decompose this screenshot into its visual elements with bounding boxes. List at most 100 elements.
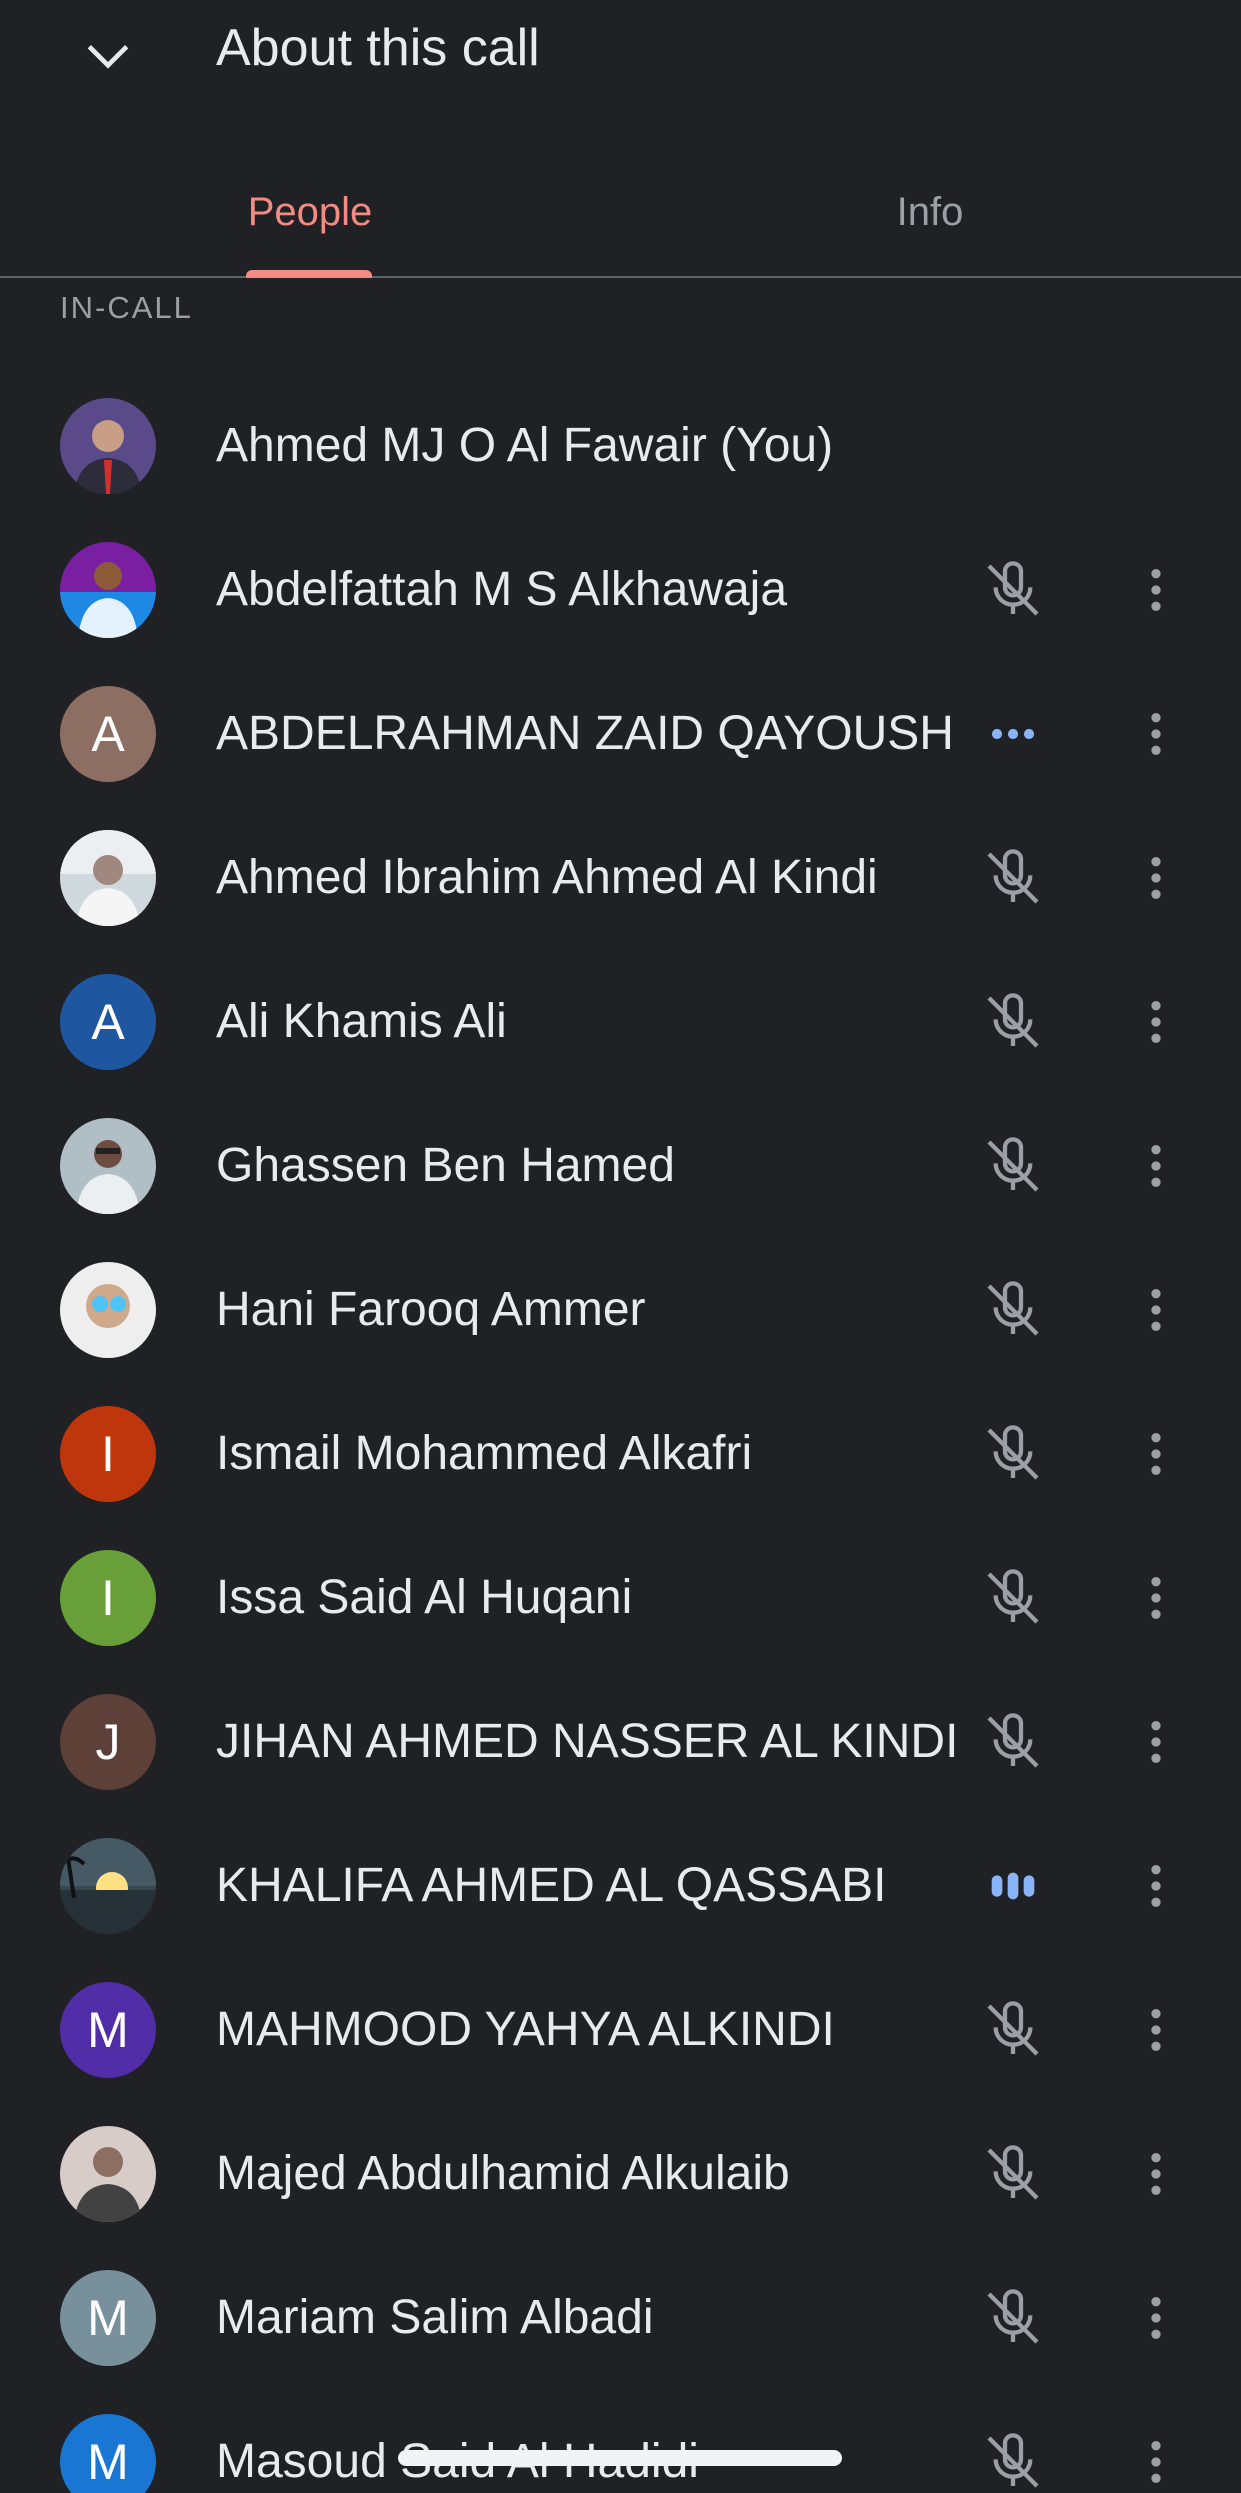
mic-off-icon [987,1137,1039,1192]
participant-row[interactable]: Majed Abdulhamid Alkulaib [0,2102,1241,2246]
home-indicator[interactable] [398,2450,842,2466]
profile-photo [60,398,156,494]
participant-name: Hani Farooq Ammer [216,1283,646,1336]
avatar: A [60,974,156,1070]
tab-people[interactable]: People [180,148,440,276]
mic-off-icon [987,561,1039,616]
participant-name: Issa Said Al Huqani [216,1571,633,1624]
profile-photo [60,830,156,926]
participant-row[interactable]: M Mariam Salim Albadi [0,2246,1241,2390]
profile-photo [60,542,156,638]
header: About this call [0,0,1241,120]
participant-row[interactable]: I Ismail Mohammed Alkafri [0,1382,1241,1526]
mic-off-icon [987,2145,1039,2200]
more-options-button[interactable] [1128,986,1184,1058]
more-options-button[interactable] [1128,1418,1184,1490]
profile-photo [60,1838,156,1934]
avatar: M [60,1982,156,2078]
more-options-button[interactable] [1128,2282,1184,2354]
connecting-dots-icon [991,728,1035,740]
participant-row[interactable]: J JIHAN AHMED NASSER AL KINDI [0,1670,1241,1814]
chevron-down-icon [87,45,129,69]
participant-row[interactable]: A ABDELRAHMAN ZAID QAYOUSH [0,662,1241,806]
participant-status [973,2430,1053,2493]
more-options-button[interactable] [1128,1994,1184,2066]
participant-status [973,1566,1053,1630]
participant-status [973,2286,1053,2350]
more-options-button[interactable] [1128,2138,1184,2210]
participant-row[interactable]: I Issa Said Al Huqani [0,1526,1241,1670]
more-vert-icon [1151,569,1161,611]
more-options-button[interactable] [1128,698,1184,770]
participant-status [973,1422,1053,1486]
participant-row[interactable]: Abdelfattah M S Alkhawaja [0,518,1241,662]
more-vert-icon [1151,713,1161,755]
more-vert-icon [1151,1001,1161,1043]
more-vert-icon [1151,1433,1161,1475]
more-vert-icon [1151,2009,1161,2051]
participant-name: Ahmed Ibrahim Ahmed Al Kindi [216,851,878,904]
more-options-button[interactable] [1128,1850,1184,1922]
page-title: About this call [216,19,540,77]
section-label: IN-CALL [60,290,193,325]
avatar [60,398,156,494]
profile-photo [60,1262,156,1358]
avatar [60,1118,156,1214]
mic-off-icon [987,1569,1039,1624]
avatar [60,830,156,926]
participant-status [973,1710,1053,1774]
avatar [60,542,156,638]
participant-name: Ahmed MJ O Al Fawair (You) [216,419,834,472]
participant-row[interactable]: Ghassen Ben Hamed [0,1094,1241,1238]
more-options-button[interactable] [1128,1706,1184,1778]
participant-row[interactable]: A Ali Khamis Ali [0,950,1241,1094]
collapse-button[interactable] [60,8,156,104]
participant-status [973,558,1053,622]
mic-off-icon [987,1281,1039,1336]
more-vert-icon [1151,2441,1161,2483]
participant-status [973,1854,1053,1918]
participant-status [973,2142,1053,2206]
participant-name: Majed Abdulhamid Alkulaib [216,2147,790,2200]
more-options-button[interactable] [1128,1274,1184,1346]
participant-status [973,1278,1053,1342]
more-options-button[interactable] [1128,1130,1184,1202]
more-options-button[interactable] [1128,1562,1184,1634]
participant-name: ABDELRAHMAN ZAID QAYOUSH [216,707,954,760]
more-vert-icon [1151,857,1161,899]
participant-row[interactable]: M MAHMOOD YAHYA ALKINDI [0,1958,1241,2102]
participant-name: Ismail Mohammed Alkafri [216,1427,753,1480]
mic-off-icon [987,1425,1039,1480]
profile-photo [60,1118,156,1214]
participant-status [973,1998,1053,2062]
more-options-button[interactable] [1128,554,1184,626]
avatar: A [60,686,156,782]
mic-off-icon [987,2289,1039,2344]
participant-row[interactable]: KHALIFA AHMED AL QASSABI [0,1814,1241,1958]
participant-name: Mariam Salim Albadi [216,2291,654,2344]
participant-status [973,702,1053,766]
mic-off-icon [987,849,1039,904]
avatar [60,1262,156,1358]
more-options-button[interactable] [1128,2426,1184,2493]
mic-off-icon [987,1713,1039,1768]
tab-info[interactable]: Info [800,148,1060,276]
speaking-indicator-icon [991,1872,1035,1900]
participant-row[interactable]: Hani Farooq Ammer [0,1238,1241,1382]
more-vert-icon [1151,1721,1161,1763]
mic-off-icon [987,2001,1039,2056]
profile-photo [60,2126,156,2222]
avatar [60,1838,156,1934]
more-vert-icon [1151,2153,1161,2195]
participant-name: KHALIFA AHMED AL QASSABI [216,1859,887,1912]
more-vert-icon [1151,1577,1161,1619]
participant-status [973,990,1053,1054]
participant-status [973,846,1053,910]
active-tab-indicator [246,270,372,278]
participant-row[interactable]: MMasoud Said Al Hadidi [0,2390,1241,2493]
participant-row[interactable]: Ahmed MJ O Al Fawair (You) [0,374,1241,518]
participant-row[interactable]: Ahmed Ibrahim Ahmed Al Kindi [0,806,1241,950]
mic-off-icon [987,2433,1039,2488]
participant-name: JIHAN AHMED NASSER AL KINDI [216,1715,959,1768]
more-options-button[interactable] [1128,842,1184,914]
